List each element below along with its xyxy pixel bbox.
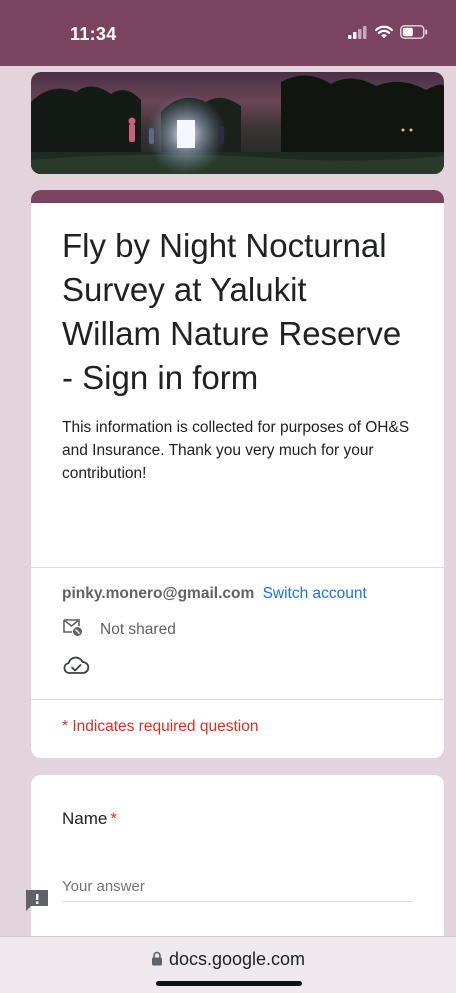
shared-status-row: Not shared — [62, 617, 176, 642]
url-display[interactable]: docs.google.com — [0, 949, 456, 971]
question-card-name: Name * — [31, 775, 444, 936]
switch-account-link[interactable]: Switch account — [263, 585, 367, 602]
shared-status-text: Not shared — [100, 620, 176, 638]
feedback-button[interactable] — [24, 888, 50, 912]
question-label: Name * — [62, 809, 117, 829]
form-description: This information is collected for purpos… — [62, 419, 410, 482]
account-email: pinky.monero@gmail.com — [62, 585, 255, 602]
battery-icon — [400, 25, 428, 39]
cloud-saved-row — [62, 655, 90, 682]
header-image — [31, 72, 444, 174]
browser-url-bar[interactable]: docs.google.com — [0, 936, 456, 993]
url-text: docs.google.com — [168, 949, 306, 969]
form-title-card: Fly by Night Nocturnal Survey at Yalukit… — [31, 190, 444, 758]
form-content[interactable]: Fly by Night Nocturnal Survey at Yalukit… — [0, 66, 456, 936]
wifi-icon — [375, 25, 393, 39]
title-card-accent-bar — [31, 190, 444, 203]
account-row: pinky.monero@gmail.com Switch account — [62, 585, 367, 603]
not-shared-mail-icon — [62, 617, 84, 642]
name-answer-input[interactable] — [62, 871, 413, 902]
divider — [31, 567, 444, 568]
feedback-icon — [26, 890, 48, 911]
status-bar: 11:34 — [0, 0, 456, 66]
status-time: 11:34 — [70, 24, 117, 44]
divider — [31, 699, 444, 700]
required-star: * — [110, 809, 117, 828]
required-question-note: * Indicates required question — [62, 718, 259, 735]
home-indicator[interactable] — [156, 981, 302, 986]
question-title: Name — [62, 809, 108, 828]
form-title: Fly by Night Nocturnal Survey at Yalukit… — [62, 227, 402, 396]
cellular-signal-icon — [348, 25, 368, 39]
lock-icon — [151, 950, 163, 971]
night-survey-image — [31, 75, 444, 174]
status-icons — [348, 25, 428, 39]
cloud-done-icon — [62, 656, 90, 681]
